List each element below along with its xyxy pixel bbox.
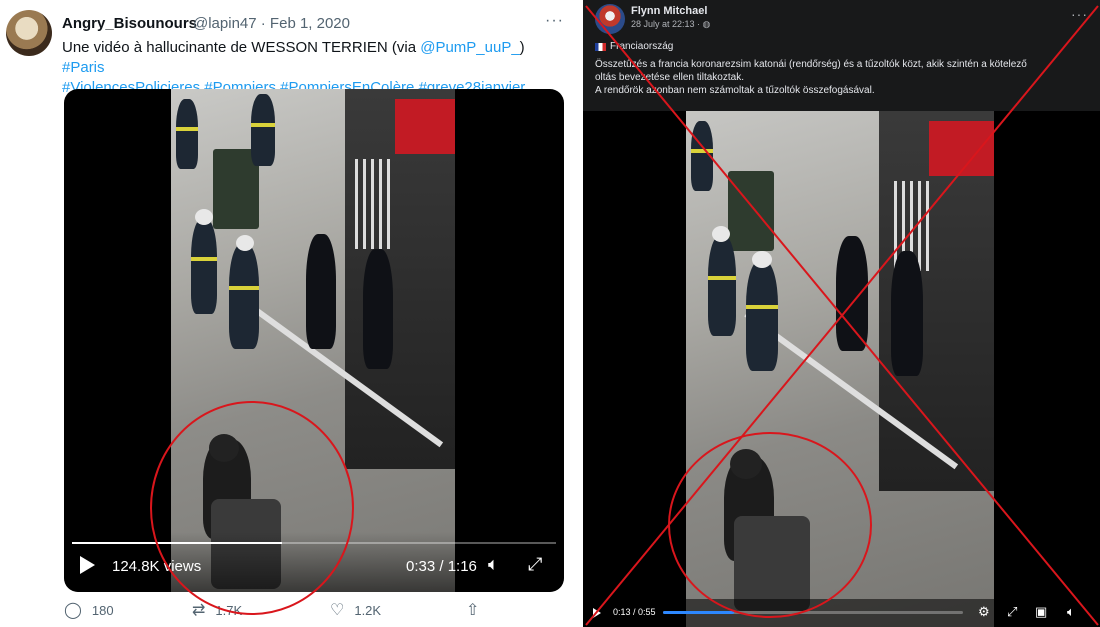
- gear-icon[interactable]: ⚙: [978, 604, 990, 620]
- more-options-icon[interactable]: ···: [545, 12, 564, 30]
- railing: [355, 159, 395, 249]
- tweet-text-body: Une vidéo à hallucinante de WESSON TERRI…: [62, 39, 421, 56]
- red-awning: [395, 99, 455, 154]
- helmet: [712, 226, 730, 242]
- view-count: 124.8K views: [112, 558, 202, 575]
- planter: [728, 171, 774, 251]
- retweet-button[interactable]: ⇄ 1.7K: [192, 600, 242, 620]
- picture-in-picture-icon[interactable]: ▣: [1035, 604, 1047, 620]
- post-time-text: 28 July at 22:13 ·: [631, 19, 703, 29]
- reply-count: 180: [91, 602, 114, 618]
- twitter-post: Angry_Bisounours @lapin47 · Feb 1, 2020 …: [0, 0, 578, 627]
- rider-helmet: [209, 434, 239, 462]
- police-officer: [363, 249, 393, 369]
- volume-icon[interactable]: 🔈︎: [488, 554, 499, 575]
- rider-helmet: [730, 449, 762, 479]
- share-button[interactable]: ⇧: [466, 600, 479, 620]
- firefighter: [251, 94, 275, 166]
- helmet: [236, 235, 254, 251]
- post-text-line: A rendőrök azonban nem számoltak a tűzol…: [595, 85, 875, 96]
- video-controls: 0:13 / 0:55 ⚙ ⤢ ▣ 🔈︎: [583, 599, 1100, 627]
- police-officer: [836, 236, 868, 351]
- hashtag-paris[interactable]: #Paris: [62, 59, 105, 76]
- comment-icon: ◯: [64, 602, 82, 619]
- police-officer: [891, 251, 923, 376]
- share-icon: ⇧: [466, 602, 480, 619]
- police-officer: [306, 234, 336, 349]
- progress-fill: [72, 542, 283, 544]
- firefighter: [746, 261, 778, 371]
- avatar[interactable]: [6, 10, 52, 56]
- firefighter: [229, 244, 259, 349]
- video-time: 0:33 / 1:16: [406, 558, 477, 575]
- video-frame[interactable]: [686, 111, 994, 627]
- progress-fill: [663, 611, 734, 614]
- expand-icon[interactable]: ⤢: [1007, 604, 1017, 620]
- play-icon[interactable]: [593, 608, 601, 618]
- firefighter: [176, 99, 198, 169]
- facebook-post: Flynn Mitchael 28 July at 22:13 · ◍ ··· …: [583, 0, 1100, 627]
- mention-link[interactable]: @PumP_uuP_: [420, 39, 519, 56]
- heart-icon: ♡: [330, 602, 345, 619]
- helmet: [195, 209, 213, 225]
- helmet: [752, 251, 772, 268]
- play-icon[interactable]: [80, 556, 95, 574]
- location-label: Franciaország: [610, 41, 674, 52]
- video-player[interactable]: 0:13 / 0:55 ⚙ ⤢ ▣ 🔈︎: [583, 111, 1100, 627]
- scooter: [734, 516, 810, 611]
- video-player[interactable]: 124.8K views 0:33 / 1:16 🔈︎ ⤢: [64, 89, 564, 592]
- retweet-icon: ⇄: [192, 602, 206, 619]
- firefighter: [191, 219, 217, 314]
- avatar[interactable]: [595, 4, 625, 34]
- tweet-actions: ◯ 180 ⇄ 1.7K ♡ 1.2K ⇧: [64, 600, 504, 622]
- like-button[interactable]: ♡ 1.2K: [330, 600, 381, 620]
- reply-button[interactable]: ◯ 180: [64, 600, 114, 620]
- author-handle-date[interactable]: @lapin47 · Feb 1, 2020: [193, 15, 350, 32]
- expand-icon[interactable]: ⤢: [528, 554, 542, 575]
- post-text: Összetűzés a francia koronarezsim katoná…: [595, 58, 1095, 97]
- post-text-line: Összetűzés a francia koronarezsim katoná…: [595, 59, 1027, 70]
- globe-icon: ◍: [702, 19, 711, 29]
- more-options-icon[interactable]: ···: [1071, 6, 1088, 22]
- video-frame[interactable]: [171, 89, 455, 592]
- post-time[interactable]: 28 July at 22:13 · ◍: [631, 19, 710, 30]
- retweet-count: 1.7K: [215, 602, 243, 618]
- progress-bar[interactable]: [663, 611, 963, 614]
- progress-bar[interactable]: [72, 542, 556, 544]
- video-timecode: 0:13 / 0:55: [613, 607, 656, 617]
- firefighter: [691, 121, 713, 191]
- french-flag-icon: [595, 43, 606, 51]
- author-name[interactable]: Angry_Bisounours: [62, 15, 197, 32]
- firefighter: [708, 236, 736, 336]
- tweet-text-close: ): [519, 39, 525, 56]
- like-count: 1.2K: [354, 602, 382, 618]
- volume-icon[interactable]: 🔈︎: [1067, 604, 1075, 620]
- author-name[interactable]: Flynn Mitchael: [631, 5, 707, 17]
- video-controls: 124.8K views 0:33 / 1:16 🔈︎ ⤢: [64, 532, 564, 592]
- post-text-line: oltás bevezetése ellen tiltakoztak.: [595, 72, 744, 83]
- red-awning: [929, 121, 994, 176]
